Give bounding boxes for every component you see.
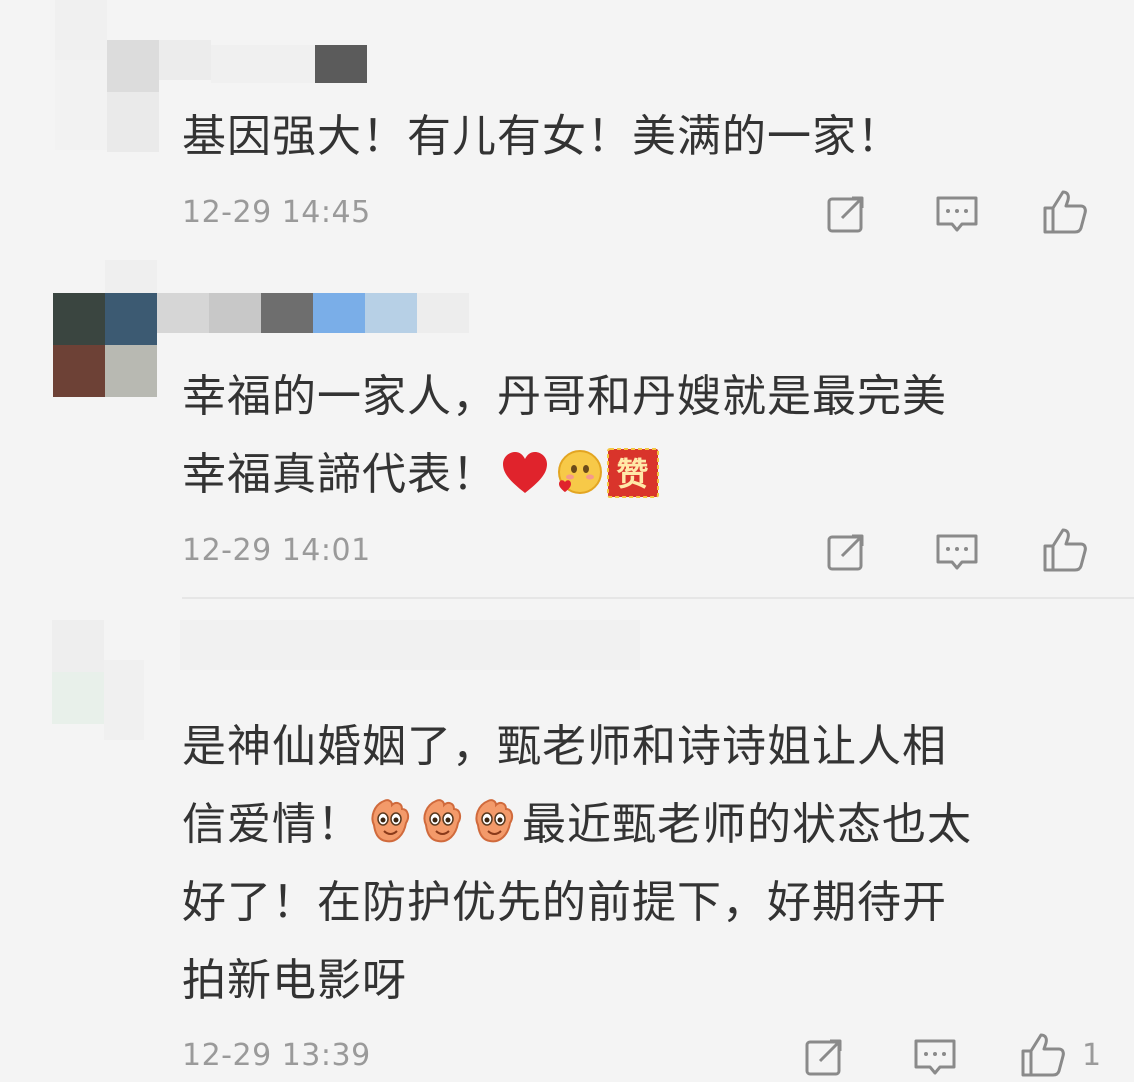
comment-text-line: 最近甄老师的状态也太 <box>522 799 972 850</box>
comment-text-line: 信爱情！ <box>182 799 362 850</box>
comment-text: 基因强大！有儿有女！美满的一家！ <box>182 98 1102 176</box>
like-icon[interactable] <box>1041 188 1089 236</box>
zan-emoji-label: 赞 <box>616 455 649 493</box>
comment-time: 12-29 14:01 <box>182 533 371 568</box>
comment-divider <box>182 597 1134 599</box>
comment-item: 基因强大！有儿有女！美满的一家！ 12-29 14:45 <box>0 0 1134 260</box>
comment-item: 幸福的一家人，丹哥和丹嫂就是最完美 幸福真諦代表！ 赞 12-29 14:01 <box>0 260 1134 600</box>
comment-text-line: 好了！在防护优先的前提下，好期待开 <box>182 877 947 928</box>
comment-icon[interactable] <box>911 1033 959 1081</box>
clap-emoji <box>475 799 514 843</box>
love-face-emoji <box>558 450 602 494</box>
comment-icon[interactable] <box>933 190 981 238</box>
like-count: 1 <box>1082 1038 1102 1073</box>
comment-text-line: 基因强大！有儿有女！美满的一家！ <box>182 111 902 162</box>
emoji-group <box>366 795 518 845</box>
like-icon[interactable] <box>1041 526 1089 574</box>
comment-text-line: 幸福的一家人，丹哥和丹嫂就是最完美 <box>182 371 947 422</box>
share-icon[interactable] <box>822 528 870 576</box>
zan-emoji: 赞 <box>607 448 659 498</box>
like-icon[interactable] <box>1019 1031 1067 1079</box>
comment-text-line: 是神仙婚姻了，甄老师和诗诗姐让人相 <box>182 721 947 772</box>
comment-text-line: 拍新电影呀 <box>182 955 407 1006</box>
share-icon[interactable] <box>800 1033 848 1081</box>
comment-icon[interactable] <box>933 528 981 576</box>
emoji-group: 赞 <box>501 448 659 498</box>
comment-text: 是神仙婚姻了，甄老师和诗诗姐让人相 信爱情！ 最近甄老师的状态也太 好了！在防护… <box>182 708 1102 1020</box>
clap-emoji <box>423 799 462 843</box>
comment-text: 幸福的一家人，丹哥和丹嫂就是最完美 幸福真諦代表！ 赞 <box>182 358 1102 514</box>
comment-item: 是神仙婚姻了，甄老师和诗诗姐让人相 信爱情！ 最近甄老师的状态也太 好了！在防护… <box>0 600 1134 1082</box>
heart-emoji <box>503 452 547 493</box>
comment-time: 12-29 13:39 <box>182 1038 371 1073</box>
comment-text-line: 幸福真諦代表！ <box>182 449 497 500</box>
comment-time: 12-29 14:45 <box>182 195 371 230</box>
comment-text-line-group: 幸福真諦代表！ 赞 <box>182 436 1102 514</box>
comment-text-line-group: 信爱情！ 最近甄老师的状态也太 <box>182 786 1102 864</box>
clap-emoji <box>371 799 410 843</box>
share-icon[interactable] <box>822 190 870 238</box>
